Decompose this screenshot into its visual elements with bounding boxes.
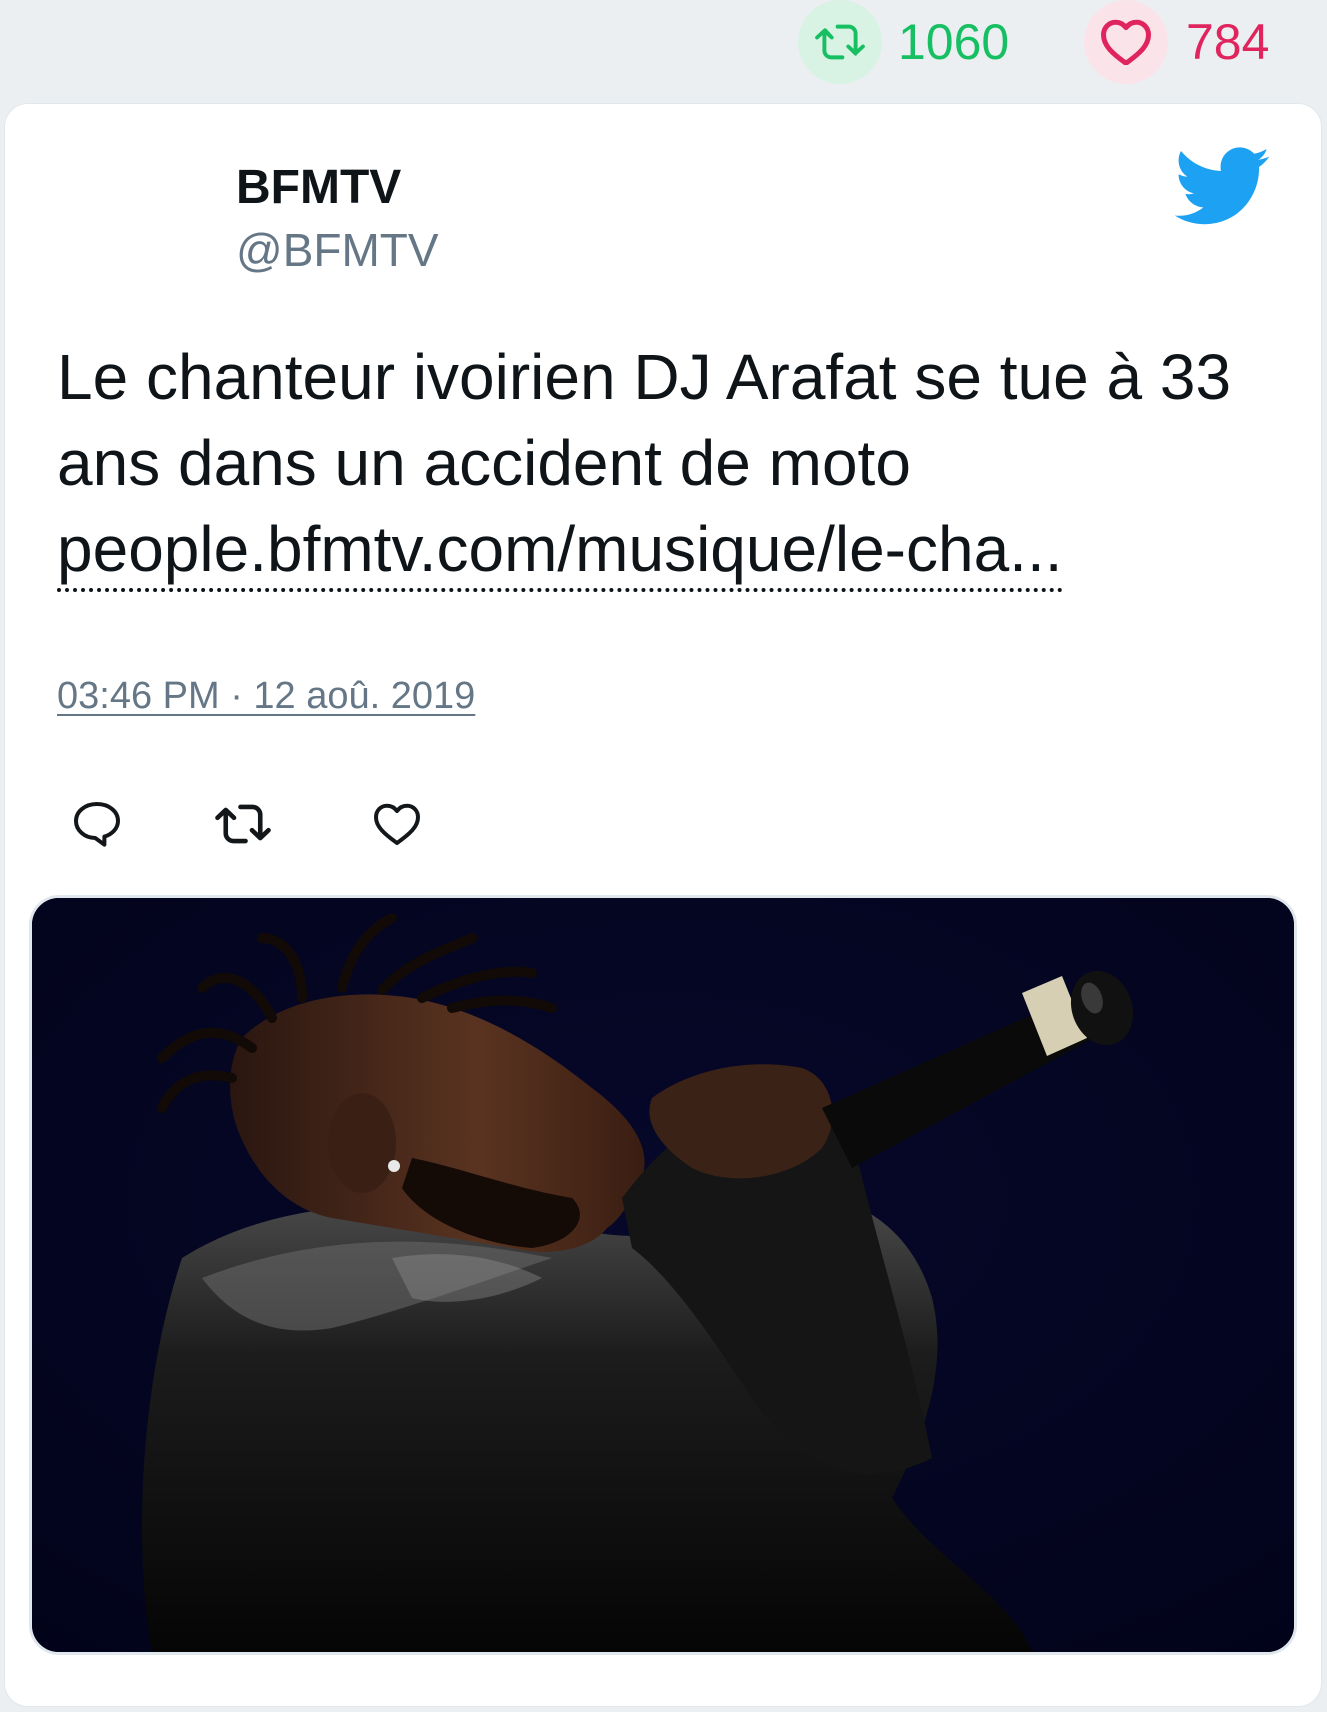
retweet-count: 1060 [898,14,1010,70]
tweet-timestamp[interactable]: 03:46 PM · 12 aoû. 2019 [57,670,475,722]
tweet-link[interactable]: people.bfmtv.com/musique/le-cha... [57,510,1063,592]
tweet-body: Le chanteur ivoirien DJ Arafat se tue à … [57,341,1232,499]
like-count: 784 [1186,14,1270,70]
retweet-button[interactable] [203,784,283,864]
retweet-icon [798,0,882,84]
reply-icon [74,802,120,847]
heart-icon [1084,0,1168,84]
tweet-text: Le chanteur ivoirien DJ Arafat se tue à … [57,334,1257,592]
like-button[interactable] [357,784,437,864]
author-name[interactable]: BFMTV [236,160,439,216]
author-handle[interactable]: @BFMTV [236,222,439,278]
tweet-media-photo[interactable] [29,895,1297,1655]
retweet-icon [215,804,271,844]
retweet-stat[interactable]: 1060 [798,0,1009,84]
reply-button[interactable] [57,784,137,864]
heart-icon [374,803,420,845]
tweet-author[interactable]: BFMTV @BFMTV [236,160,439,278]
concert-photo [32,898,1294,1652]
tweet-card[interactable]: BFMTV @BFMTV Le chanteur ivoirien DJ Ara… [4,103,1322,1707]
twitter-bird-icon[interactable] [1174,146,1271,228]
like-stat[interactable]: 784 [1084,0,1269,84]
engagement-stats: 1060 784 [0,0,1327,100]
